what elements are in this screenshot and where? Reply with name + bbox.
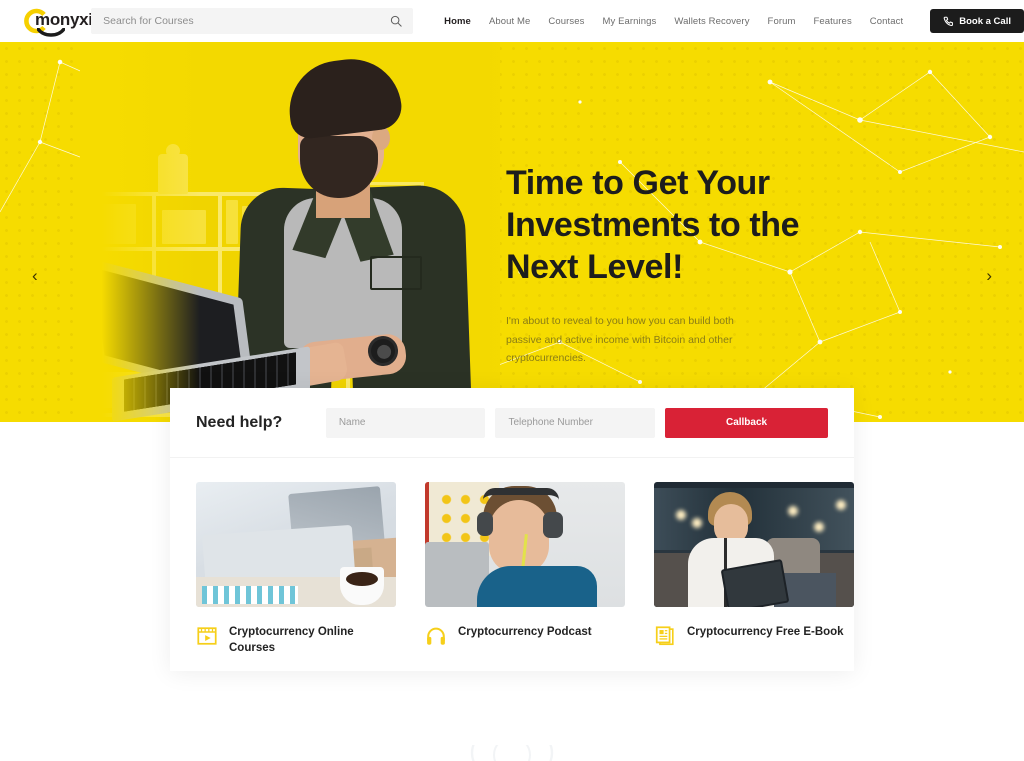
carousel-prev-arrow-icon[interactable]: ‹: [32, 267, 38, 285]
overlay-panel: Need help? Callback: [170, 388, 854, 671]
need-help-form: Need help? Callback: [170, 388, 854, 458]
hero-photo: [80, 42, 500, 423]
card-image: [425, 482, 625, 607]
nav-item-wallets-recovery[interactable]: Wallets Recovery: [665, 16, 758, 27]
logo-smile-icon: [37, 28, 65, 37]
feature-cards: Cryptocurrency Online Courses: [170, 458, 854, 656]
hero-subtitle: I'm about to reveal to you how you can b…: [506, 312, 736, 368]
need-help-title: Need help?: [196, 414, 323, 432]
card-caption: Cryptocurrency Free E-Book: [654, 624, 854, 647]
hero-title-line-2: Investments to the: [506, 206, 799, 244]
card-title: Cryptocurrency Free E-Book: [687, 624, 844, 640]
site-header: monyxi Home About Me Courses My Earnings…: [0, 0, 1024, 42]
nav-item-about-me[interactable]: About Me: [480, 16, 539, 27]
video-play-icon: [196, 625, 218, 647]
nav-item-contact[interactable]: Contact: [861, 16, 912, 27]
card-image: [196, 482, 396, 607]
hero-copy: Time to Get Your Investments to the Next…: [506, 162, 866, 368]
nav-item-home[interactable]: Home: [435, 16, 480, 27]
book-icon: [654, 625, 676, 647]
carousel-next-arrow-icon[interactable]: ›: [986, 267, 992, 285]
card-caption: Cryptocurrency Online Courses: [196, 624, 396, 656]
card-podcast[interactable]: Cryptocurrency Podcast: [425, 482, 625, 656]
nav-item-my-earnings[interactable]: My Earnings: [593, 16, 665, 27]
phone-icon: [943, 16, 954, 27]
card-image: [654, 482, 854, 607]
hero-photo-fade-right: [480, 42, 500, 423]
search-icon[interactable]: [390, 15, 402, 27]
search-input[interactable]: [103, 8, 413, 34]
headphones-icon: [425, 625, 447, 647]
search-bar[interactable]: [91, 8, 413, 34]
book-a-call-label: Book a Call: [959, 16, 1011, 27]
hero-title-line-1: Time to Get Your: [506, 164, 770, 202]
nav-item-courses[interactable]: Courses: [539, 16, 593, 27]
brand-name: monyxi: [35, 10, 93, 30]
hero-title: Time to Get Your Investments to the Next…: [506, 162, 866, 288]
nav-item-forum[interactable]: Forum: [759, 16, 805, 27]
card-online-courses[interactable]: Cryptocurrency Online Courses: [196, 482, 396, 656]
nav-item-features[interactable]: Features: [805, 16, 861, 27]
name-input[interactable]: [326, 408, 486, 438]
main-nav: Home About Me Courses My Earnings Wallet…: [435, 16, 912, 27]
callback-button[interactable]: Callback: [665, 408, 828, 438]
hero-photo-fade-left: [80, 42, 200, 423]
hero-title-line-3: Next Level!: [506, 248, 683, 286]
card-title: Cryptocurrency Online Courses: [229, 624, 396, 656]
card-caption: Cryptocurrency Podcast: [425, 624, 625, 647]
telephone-input[interactable]: [495, 408, 655, 438]
card-free-ebook[interactable]: Cryptocurrency Free E-Book: [654, 482, 854, 656]
book-a-call-button[interactable]: Book a Call: [930, 9, 1024, 33]
brand-logo[interactable]: monyxi: [22, 6, 64, 36]
card-title: Cryptocurrency Podcast: [458, 624, 592, 640]
hero-banner: Time to Get Your Investments to the Next…: [0, 42, 1024, 423]
